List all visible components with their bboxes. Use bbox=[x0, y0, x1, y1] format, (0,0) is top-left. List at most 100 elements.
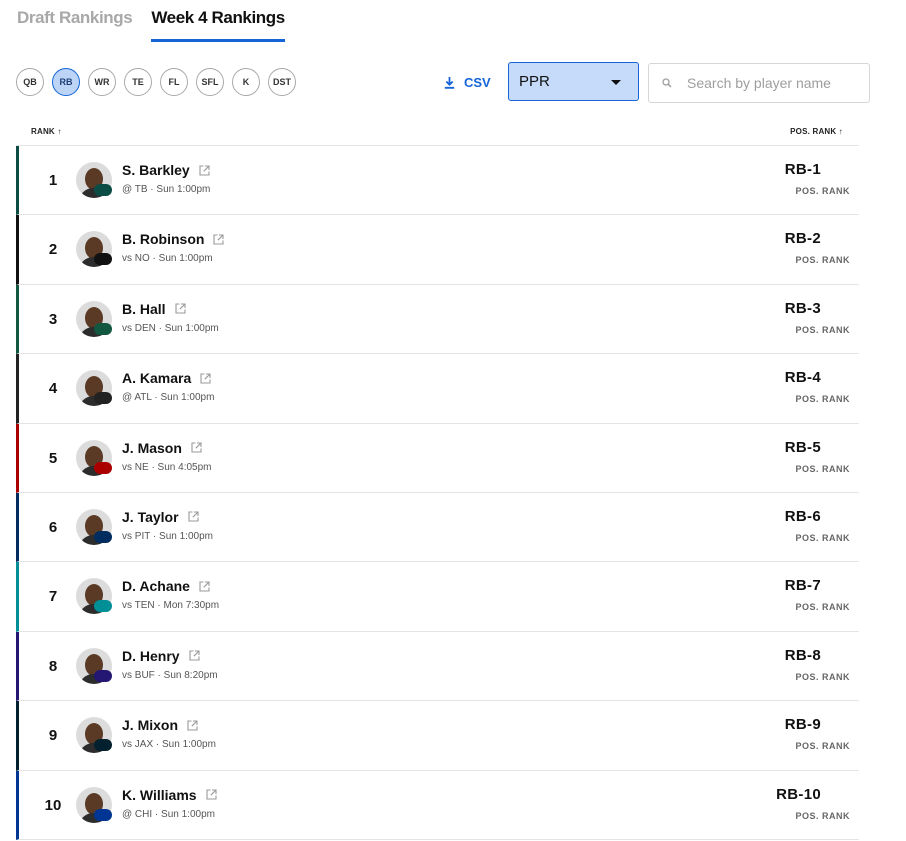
position-chip-sfl[interactable]: SFL bbox=[196, 68, 224, 96]
player-name-link[interactable]: S. Barkley bbox=[122, 162, 210, 178]
pos-rank-column-header[interactable]: POS. RANK ↑ bbox=[790, 127, 843, 136]
position-rank-label: POS. RANK bbox=[795, 186, 850, 196]
player-name-link[interactable]: B. Robinson bbox=[122, 231, 224, 247]
rank-number: 4 bbox=[48, 380, 58, 398]
download-icon bbox=[444, 76, 455, 89]
rankings-tabs: Draft Rankings Week 4 Rankings bbox=[17, 0, 304, 42]
team-logo-icon bbox=[94, 808, 112, 821]
rank-number: 5 bbox=[48, 449, 58, 467]
rank-number: 1 bbox=[48, 172, 58, 189]
rank-number: 3 bbox=[48, 310, 58, 328]
scoring-format-select[interactable]: PPR bbox=[508, 62, 639, 101]
matchup-info: vs BUF · Sun 8:20pm bbox=[122, 669, 218, 681]
position-rank: RB-2 bbox=[784, 230, 821, 248]
table-row: 1 S. Barkley @ TB · Sun 1:00pm RB-1 POS. RAN… bbox=[16, 146, 859, 216]
position-chip-rb[interactable]: RB bbox=[52, 68, 80, 96]
rank-number: 9 bbox=[48, 727, 58, 745]
table-row: 7 D. Achane vs TEN · Mon 7:30pm RB-7 POS. RA… bbox=[16, 562, 859, 632]
player-name: B. Robinson bbox=[122, 231, 205, 248]
external-link-icon[interactable] bbox=[175, 303, 186, 314]
matchup-info: vs NO · Sun 1:00pm bbox=[122, 253, 213, 265]
player-name: J. Taylor bbox=[122, 508, 179, 525]
player-name-link[interactable]: J. Mixon bbox=[122, 717, 198, 733]
tab-draft-rankings[interactable]: Draft Rankings bbox=[17, 0, 133, 39]
matchup-info: @ ATL · Sun 1:00pm bbox=[122, 392, 215, 404]
table-row: 6 J. Taylor vs PIT · Sun 1:00pm RB-6 POS. RA… bbox=[16, 492, 859, 563]
player-name: D. Achane bbox=[122, 578, 190, 595]
player-name-link[interactable]: A. Kamara bbox=[122, 370, 211, 386]
external-link-icon[interactable] bbox=[191, 442, 202, 453]
matchup-info: vs PIT · Sun 1:00pm bbox=[122, 530, 213, 542]
player-name-link[interactable]: B. Hall bbox=[122, 301, 186, 317]
position-chip-dst[interactable]: DST bbox=[268, 68, 296, 96]
team-logo-icon bbox=[94, 461, 112, 474]
position-chip-te[interactable]: TE bbox=[124, 68, 152, 96]
position-rank: RB-1 bbox=[784, 161, 821, 178]
chevron-down-icon bbox=[611, 80, 621, 85]
team-logo-icon bbox=[94, 322, 112, 335]
team-logo-icon bbox=[94, 392, 112, 405]
external-link-icon[interactable] bbox=[199, 581, 210, 592]
table-row: 4 A. Kamara @ ATL · Sun 1:00pm RB-4 POS. RAN… bbox=[16, 354, 859, 424]
position-rank-label: POS. RANK bbox=[795, 671, 850, 682]
external-link-icon[interactable] bbox=[187, 720, 198, 731]
position-rank: RB-7 bbox=[784, 577, 821, 595]
table-row: 3 B. Hall vs DEN · Sun 1:00pm RB-3 POS. RANK bbox=[16, 284, 859, 355]
player-name: J. Mixon bbox=[122, 717, 179, 734]
matchup-info: vs TEN · Mon 7:30pm bbox=[122, 600, 220, 612]
team-logo-icon bbox=[94, 600, 112, 613]
player-search bbox=[648, 63, 870, 103]
team-logo-icon bbox=[94, 184, 112, 196]
team-logo-icon bbox=[94, 739, 112, 752]
tab-week-4-rankings[interactable]: Week 4 Rankings bbox=[151, 0, 285, 42]
player-name-link[interactable]: J. Mason bbox=[122, 440, 202, 456]
position-chip-wr[interactable]: WR bbox=[88, 68, 116, 96]
player-name-link[interactable]: D. Henry bbox=[122, 648, 200, 664]
rankings-table: 1 S. Barkley @ TB · Sun 1:00pm RB-1 POS. RAN… bbox=[16, 146, 859, 840]
player-name-link[interactable]: D. Achane bbox=[122, 578, 210, 594]
position-chip-qb[interactable]: QB bbox=[16, 68, 44, 96]
external-link-icon[interactable] bbox=[189, 650, 200, 661]
matchup-info: @ TB · Sun 1:00pm bbox=[122, 184, 211, 195]
matchup-info: @ CHI · Sun 1:00pm bbox=[122, 808, 215, 820]
player-name-link[interactable]: J. Taylor bbox=[122, 509, 199, 525]
rank-column-header[interactable]: RANK ↑ bbox=[31, 127, 62, 136]
position-chip-k[interactable]: K bbox=[232, 68, 260, 96]
player-name: J. Mason bbox=[122, 439, 182, 456]
player-name: A. Kamara bbox=[122, 370, 192, 387]
table-row: 2 B. Robinson vs NO · Sun 1:00pm RB-2 POS. R… bbox=[16, 215, 859, 285]
search-input[interactable] bbox=[685, 74, 859, 92]
position-chip-fl[interactable]: FL bbox=[160, 68, 188, 96]
matchup-info: vs JAX · Sun 1:00pm bbox=[122, 739, 216, 751]
player-name: S. Barkley bbox=[122, 162, 190, 178]
rank-number: 7 bbox=[48, 588, 58, 606]
position-rank: RB-3 bbox=[784, 299, 821, 317]
position-rank-label: POS. RANK bbox=[795, 741, 850, 752]
csv-export-button[interactable]: CSV bbox=[444, 75, 491, 90]
external-link-icon[interactable] bbox=[200, 373, 211, 384]
external-link-icon[interactable] bbox=[199, 164, 210, 176]
csv-label: CSV bbox=[464, 75, 491, 90]
position-rank-label: POS. RANK bbox=[795, 255, 850, 266]
position-rank-label: POS. RANK bbox=[795, 463, 850, 474]
position-rank: RB-5 bbox=[784, 438, 821, 456]
player-name: K. Williams bbox=[122, 786, 197, 803]
position-rank: RB-4 bbox=[784, 369, 821, 387]
external-link-icon[interactable] bbox=[213, 234, 224, 245]
table-row: 10 K. Williams @ CHI · Sun 1:00pm RB-10 POS.… bbox=[16, 770, 859, 840]
position-rank: RB-9 bbox=[784, 716, 821, 734]
position-rank: RB-6 bbox=[784, 507, 821, 525]
position-rank-label: POS. RANK bbox=[795, 810, 850, 821]
position-rank-label: POS. RANK bbox=[795, 532, 850, 543]
rank-number: 10 bbox=[44, 796, 62, 814]
table-row: 9 J. Mixon vs JAX · Sun 1:00pm RB-9 POS. RAN… bbox=[16, 701, 859, 771]
player-name-link[interactable]: K. Williams bbox=[122, 787, 217, 803]
external-link-icon[interactable] bbox=[187, 511, 199, 523]
external-link-icon[interactable] bbox=[206, 789, 217, 800]
position-rank-label: POS. RANK bbox=[795, 394, 850, 405]
position-rank: RB-8 bbox=[784, 646, 821, 664]
table-row: 8 D. Henry vs BUF · Sun 8:20pm RB-8 POS. RAN… bbox=[16, 631, 859, 702]
team-logo-icon bbox=[94, 669, 112, 682]
matchup-info: vs NE · Sun 4:05pm bbox=[122, 461, 212, 473]
table-row: 5 J. Mason vs NE · Sun 4:05pm RB-5 POS. RANK bbox=[16, 423, 859, 493]
